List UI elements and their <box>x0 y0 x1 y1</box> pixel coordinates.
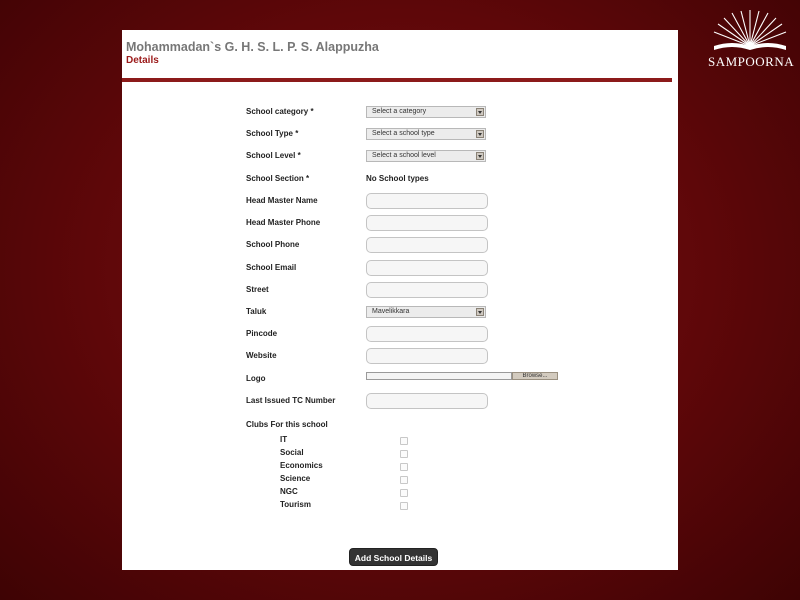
club-label-science: Science <box>280 474 311 483</box>
pincode-row: Pincode <box>246 326 566 344</box>
school-level-select[interactable]: Select a school level <box>366 150 486 162</box>
club-item: Economics <box>280 461 480 473</box>
club-item: Science <box>280 474 480 486</box>
website-input[interactable] <box>366 348 488 364</box>
head-master-name-label: Head Master Name <box>246 196 318 205</box>
dropdown-arrow-icon[interactable] <box>476 130 484 138</box>
club-label-it: IT <box>280 435 288 444</box>
head-master-name-row: Head Master Name <box>246 193 566 211</box>
school-category-value: Select a category <box>372 108 427 115</box>
school-phone-label: School Phone <box>246 240 300 249</box>
head-master-phone-row: Head Master Phone <box>246 215 566 233</box>
club-label-ngc: NGC <box>280 487 298 496</box>
school-level-value: Select a school level <box>372 152 436 159</box>
head-master-name-input[interactable] <box>366 193 488 209</box>
head-master-phone-label: Head Master Phone <box>246 218 321 227</box>
school-section-value: No School types <box>366 174 429 183</box>
dropdown-arrow-icon[interactable] <box>476 308 484 316</box>
school-level-row: School Level * Select a school level <box>246 150 566 166</box>
school-phone-input[interactable] <box>366 237 488 253</box>
school-details-panel: Mohammadan`s G. H. S. L. P. S. Alappuzha… <box>122 30 678 570</box>
pincode-input[interactable] <box>366 326 488 342</box>
school-type-value: Select a school type <box>372 130 435 137</box>
clubs-label: Clubs For this school <box>246 420 328 429</box>
school-section-row: School Section * No School types <box>246 173 566 189</box>
school-level-label: School Level * <box>246 151 301 160</box>
club-checkbox-it[interactable] <box>400 437 408 445</box>
logo-label: Logo <box>246 374 266 383</box>
school-category-select[interactable]: Select a category <box>366 106 486 118</box>
clubs-row: Clubs For this school <box>246 419 566 435</box>
school-email-label: School Email <box>246 263 297 272</box>
school-type-row: School Type * Select a school type <box>246 128 566 144</box>
street-row: Street <box>246 282 566 300</box>
brand-name: SAMPOORNA <box>708 54 795 69</box>
school-email-input[interactable] <box>366 260 488 276</box>
club-checkbox-tourism[interactable] <box>400 502 408 510</box>
club-item: Social <box>280 448 480 460</box>
head-master-phone-input[interactable] <box>366 215 488 231</box>
street-label: Street <box>246 285 269 294</box>
school-type-select[interactable]: Select a school type <box>366 128 486 140</box>
page-title: Mohammadan`s G. H. S. L. P. S. Alappuzha <box>126 40 379 54</box>
club-item: NGC <box>280 487 480 499</box>
logo-row: Logo Browse... <box>246 372 566 389</box>
club-checkbox-economics[interactable] <box>400 463 408 471</box>
header-divider <box>122 78 672 82</box>
taluk-row: Taluk Mavelikkara <box>246 306 566 322</box>
last-tc-label: Last Issued TC Number <box>246 396 336 405</box>
logo-file-input[interactable] <box>366 372 512 380</box>
book-rays-icon <box>713 10 787 50</box>
sampoorna-logo: SAMPOORNA <box>708 10 795 70</box>
school-category-row: School category * Select a category <box>246 106 566 122</box>
club-label-economics: Economics <box>280 461 323 470</box>
school-type-label: School Type * <box>246 129 299 138</box>
club-checkbox-ngc[interactable] <box>400 489 408 497</box>
school-category-label: School category * <box>246 107 314 116</box>
dropdown-arrow-icon[interactable] <box>476 108 484 116</box>
website-row: Website <box>246 348 566 366</box>
add-school-details-button[interactable]: Add School Details <box>349 548 438 566</box>
taluk-select[interactable]: Mavelikkara <box>366 306 486 318</box>
club-label-social: Social <box>280 448 304 457</box>
club-label-tourism: Tourism <box>280 500 311 509</box>
club-checkbox-social[interactable] <box>400 450 408 458</box>
club-item: Tourism <box>280 500 480 512</box>
website-label: Website <box>246 351 277 360</box>
school-phone-row: School Phone <box>246 237 566 255</box>
club-item: IT <box>280 435 480 447</box>
taluk-label: Taluk <box>246 307 267 316</box>
school-section-label: School Section * <box>246 174 310 183</box>
last-tc-row: Last Issued TC Number <box>246 393 566 411</box>
dropdown-arrow-icon[interactable] <box>476 152 484 160</box>
last-tc-input[interactable] <box>366 393 488 409</box>
browse-button[interactable]: Browse... <box>512 372 558 380</box>
pincode-label: Pincode <box>246 329 278 338</box>
page-subtitle: Details <box>126 55 159 66</box>
school-email-row: School Email <box>246 260 566 278</box>
taluk-value: Mavelikkara <box>372 308 410 315</box>
club-checkbox-science[interactable] <box>400 476 408 484</box>
street-input[interactable] <box>366 282 488 298</box>
